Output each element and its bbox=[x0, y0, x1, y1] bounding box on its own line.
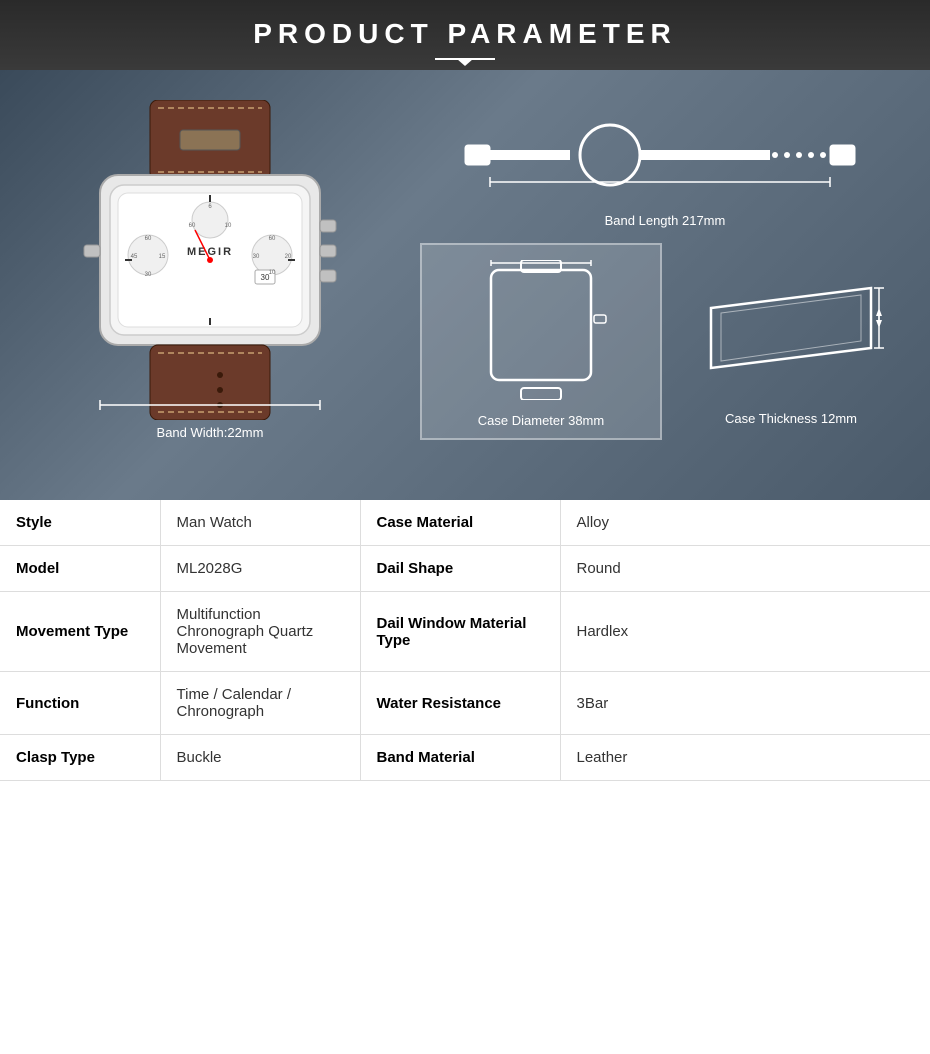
svg-text:MEGIR: MEGIR bbox=[187, 246, 233, 258]
svg-text:60: 60 bbox=[189, 223, 196, 229]
case-thickness-box: Case Thickness 12mm bbox=[672, 243, 910, 440]
svg-text:60: 60 bbox=[269, 236, 276, 242]
spec-col2-value: Hardlex bbox=[560, 592, 930, 672]
spec-col2-label: Water Resistance bbox=[360, 672, 560, 735]
product-area: 30 MEGIR 6 60 10 60 45 15 30 bbox=[0, 70, 930, 500]
spec-col2-value: Alloy bbox=[560, 500, 930, 546]
spec-col1-label: Model bbox=[0, 546, 160, 592]
page-title: PRODUCT PARAMETER bbox=[0, 18, 930, 50]
case-diameter-box: Case Diameter 38mm bbox=[420, 243, 662, 440]
spec-col1-label: Clasp Type bbox=[0, 735, 160, 781]
specs-table: Style Man Watch Case Material Alloy Mode… bbox=[0, 500, 930, 781]
specs-diagrams: Band Length 217mm bbox=[400, 100, 910, 440]
svg-text:30: 30 bbox=[253, 254, 260, 260]
svg-text:10: 10 bbox=[269, 270, 276, 276]
spec-col1-value: Time / Calendar / Chronograph bbox=[160, 672, 360, 735]
spec-col2-label: Dail Window Material Type bbox=[360, 592, 560, 672]
spec-col2-value: Leather bbox=[560, 735, 930, 781]
spec-col1-label: Style bbox=[0, 500, 160, 546]
spec-col2-value: Round bbox=[560, 546, 930, 592]
spec-col2-label: Case Material bbox=[360, 500, 560, 546]
spec-col2-value: 3Bar bbox=[560, 672, 930, 735]
table-row: Clasp Type Buckle Band Material Leather bbox=[0, 735, 930, 781]
page-header: PRODUCT PARAMETER bbox=[0, 0, 930, 70]
case-diameter-label: Case Diameter 38mm bbox=[432, 413, 650, 428]
spec-col1-value: Buckle bbox=[160, 735, 360, 781]
svg-text:10: 10 bbox=[225, 223, 232, 229]
table-row: Style Man Watch Case Material Alloy bbox=[0, 500, 930, 546]
spec-col2-label: Dail Shape bbox=[360, 546, 560, 592]
band-length-section: Band Length 217mm bbox=[420, 100, 910, 233]
band-width-label: Band Width:22mm bbox=[157, 425, 264, 440]
header-divider bbox=[435, 58, 495, 60]
watch-image-section: 30 MEGIR 6 60 10 60 45 15 30 bbox=[20, 100, 400, 440]
spec-col1-value: ML2028G bbox=[160, 546, 360, 592]
spec-col1-label: Movement Type bbox=[0, 592, 160, 672]
svg-text:20: 20 bbox=[285, 254, 292, 260]
spec-col1-label: Function bbox=[0, 672, 160, 735]
svg-text:60: 60 bbox=[145, 236, 152, 242]
spec-col2-label: Band Material bbox=[360, 735, 560, 781]
spec-col1-value: Multifunction Chronograph Quartz Movemen… bbox=[160, 592, 360, 672]
watch-illustration: 30 MEGIR 6 60 10 60 45 15 30 bbox=[40, 100, 380, 420]
svg-text:15: 15 bbox=[159, 254, 166, 260]
table-row: Movement Type Multifunction Chronograph … bbox=[0, 592, 930, 672]
svg-text:45: 45 bbox=[131, 254, 138, 260]
table-row: Function Time / Calendar / Chronograph W… bbox=[0, 672, 930, 735]
case-specs-row: Case Diameter 38mm bbox=[420, 243, 910, 440]
svg-text:30: 30 bbox=[145, 272, 152, 278]
spec-col1-value: Man Watch bbox=[160, 500, 360, 546]
case-thickness-label: Case Thickness 12mm bbox=[682, 411, 900, 426]
table-row: Model ML2028G Dail Shape Round bbox=[0, 546, 930, 592]
band-length-label: Band Length 217mm bbox=[420, 213, 910, 228]
